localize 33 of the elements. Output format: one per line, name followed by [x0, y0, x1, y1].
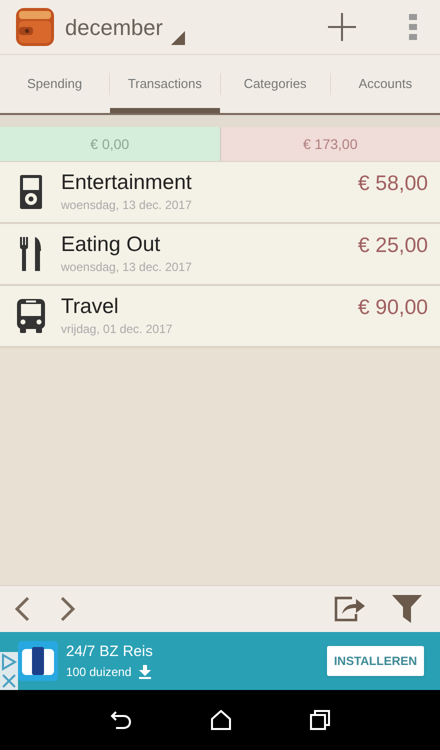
- ad-title: 24/7 BZ Reis: [66, 642, 153, 662]
- transaction-amount: € 58,00: [358, 171, 428, 197]
- filter-icon[interactable]: [392, 595, 422, 623]
- transaction-date: woensdag, 13 dec. 2017: [61, 197, 193, 214]
- transaction-amount: € 90,00: [358, 295, 428, 321]
- income-total: € 0,00: [0, 127, 220, 161]
- expense-total: € 173,00: [220, 127, 440, 161]
- recents-icon[interactable]: [310, 710, 330, 730]
- bus-icon: [17, 299, 45, 333]
- transaction-amount: € 25,00: [358, 233, 428, 259]
- transaction-date: vrijdag, 01 dec. 2017: [61, 321, 174, 338]
- tab[interactable]: Categories: [220, 55, 330, 113]
- transaction-date: woensdag, 13 dec. 2017: [61, 259, 193, 276]
- add-icon[interactable]: [327, 12, 357, 42]
- home-icon[interactable]: [210, 710, 231, 730]
- wallet-icon: [15, 7, 55, 47]
- next-icon[interactable]: [60, 596, 76, 622]
- music-player-icon: [20, 175, 42, 209]
- cutlery-icon: [20, 237, 42, 271]
- install-button[interactable]: INSTALLEREN: [327, 646, 424, 676]
- download-count: 100 duizend: [66, 664, 132, 682]
- category-name: Eating Out: [61, 232, 162, 258]
- tab[interactable]: Spending: [0, 55, 110, 113]
- tab[interactable]: Accounts: [330, 55, 440, 113]
- month-title[interactable]: december: [65, 10, 163, 44]
- category-name: Entertainment: [61, 170, 193, 196]
- category-name: Travel: [61, 294, 120, 320]
- back-icon[interactable]: [110, 711, 132, 729]
- previous-icon[interactable]: [14, 596, 30, 622]
- app-icon: [18, 641, 58, 681]
- export-icon[interactable]: [334, 596, 366, 622]
- download-icon: [139, 665, 152, 680]
- dropdown-corner-icon[interactable]: [170, 31, 185, 45]
